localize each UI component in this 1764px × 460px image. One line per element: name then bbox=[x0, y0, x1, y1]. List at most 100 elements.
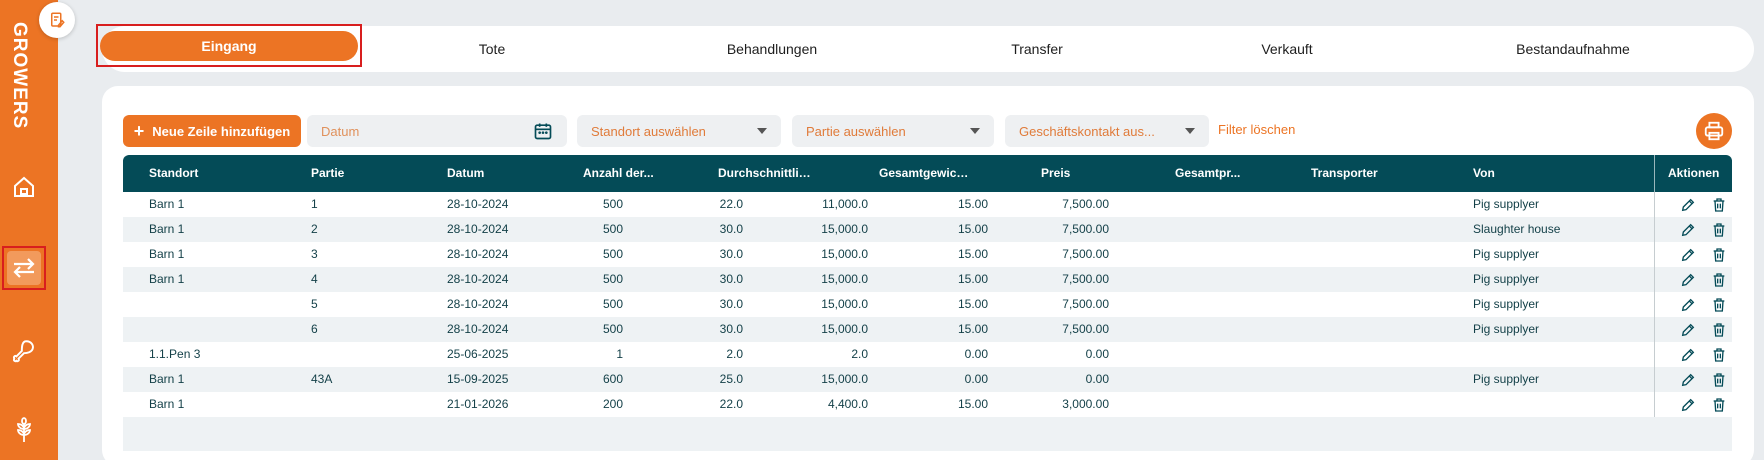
cell-standort bbox=[149, 292, 279, 317]
cell-anzahl: 200 bbox=[602, 397, 623, 411]
cell-von: Pig supplyer bbox=[1473, 197, 1540, 211]
trash-icon bbox=[1713, 198, 1725, 212]
tab-behandlungen[interactable]: Behandlungen bbox=[682, 26, 862, 72]
edit-row-button[interactable] bbox=[1679, 396, 1697, 414]
sidebar-item-transfer[interactable] bbox=[2, 246, 46, 290]
location-select[interactable]: Standort auswählen bbox=[577, 115, 781, 147]
delete-row-button[interactable] bbox=[1710, 396, 1728, 414]
clear-filter-link[interactable]: Filter löschen bbox=[1218, 122, 1295, 137]
cell-preis: 15.00 bbox=[957, 197, 988, 211]
tab-verkauft[interactable]: Verkauft bbox=[1212, 26, 1362, 72]
column-header-anzahl[interactable]: Anzahl der... bbox=[583, 155, 658, 192]
cell-preis: 0.00 bbox=[964, 347, 988, 361]
edit-row-button[interactable] bbox=[1679, 346, 1697, 364]
table-row[interactable]: 1.1.Pen 3 25-06-2025 1 2.0 2.0 0.00 0.00 bbox=[123, 342, 1732, 367]
sidebar-toggle-button[interactable] bbox=[39, 2, 75, 38]
batch-select[interactable]: Partie auswählen bbox=[792, 115, 994, 147]
table-row[interactable]: Barn 1 43A 15-09-2025 600 25.0 15,000.0 0.00 0.… bbox=[123, 367, 1732, 392]
cell-preis: 15.00 bbox=[957, 272, 988, 286]
table-row[interactable]: Barn 1 1 28-10-2024 500 22.0 11,000.0 15.00 7,5… bbox=[123, 192, 1732, 217]
table-row[interactable]: Barn 1 3 28-10-2024 500 30.0 15,000.0 15.00 7,5… bbox=[123, 242, 1732, 267]
delete-row-button[interactable] bbox=[1710, 196, 1728, 214]
cell-gesamtpreis: 7,500.00 bbox=[1062, 197, 1109, 211]
sidebar-item-feed[interactable] bbox=[7, 413, 41, 447]
trash-icon bbox=[1713, 398, 1725, 412]
cell-partie: 3 bbox=[311, 247, 318, 261]
cell-anzahl: 500 bbox=[602, 272, 623, 286]
cell-durchschnitt: 30.0 bbox=[719, 322, 743, 336]
table-row[interactable]: Barn 1 4 28-10-2024 500 30.0 15,000.0 15.00 7,5… bbox=[123, 267, 1732, 292]
edit-row-button[interactable] bbox=[1679, 371, 1697, 389]
delete-row-button[interactable] bbox=[1710, 321, 1728, 339]
pencil-icon bbox=[1681, 198, 1695, 212]
cell-partie bbox=[311, 392, 411, 417]
column-divider bbox=[1654, 242, 1655, 267]
column-header-standort[interactable]: Standort bbox=[149, 155, 279, 192]
table-row[interactable]: 5 28-10-2024 500 30.0 15,000.0 15.00 7,500.00 P… bbox=[123, 292, 1732, 317]
cell-gesamtpreis: 0.00 bbox=[1085, 372, 1109, 386]
cell-gesamtpreis: 3,000.00 bbox=[1062, 397, 1109, 411]
column-header-gesamtgewicht[interactable]: Gesamtgewicht... bbox=[879, 155, 974, 192]
edit-row-button[interactable] bbox=[1679, 321, 1697, 339]
cell-gesamtgewicht: 11,000.0 bbox=[822, 197, 868, 211]
column-header-von[interactable]: Von bbox=[1473, 155, 1573, 192]
cell-anzahl: 500 bbox=[602, 322, 623, 336]
print-button[interactable] bbox=[1696, 113, 1732, 149]
column-header-transporter[interactable]: Transporter bbox=[1311, 155, 1411, 192]
date-placeholder: Datum bbox=[321, 123, 360, 139]
column-header-partie[interactable]: Partie bbox=[311, 155, 411, 192]
date-input[interactable]: Datum bbox=[307, 115, 567, 147]
cell-preis: 15.00 bbox=[957, 247, 988, 261]
delete-row-button[interactable] bbox=[1710, 246, 1728, 264]
table-row[interactable]: Barn 1 21-01-2026 200 22.0 4,400.0 15.00 3,000… bbox=[123, 392, 1732, 417]
delete-row-button[interactable] bbox=[1710, 371, 1728, 389]
tab-eingang[interactable]: Eingang bbox=[96, 24, 362, 67]
edit-row-button[interactable] bbox=[1679, 221, 1697, 239]
column-header-gesamtpreis[interactable]: Gesamtpr... bbox=[1175, 155, 1245, 192]
cell-anzahl: 1 bbox=[616, 347, 623, 361]
column-divider bbox=[1654, 317, 1655, 342]
cell-partie: 43A bbox=[311, 372, 333, 386]
tab-transfer[interactable]: Transfer bbox=[962, 26, 1112, 72]
chevron-down-icon bbox=[757, 128, 767, 134]
cell-standort: Barn 1 bbox=[149, 372, 185, 386]
cell-gesamtpreis: 7,500.00 bbox=[1062, 222, 1109, 236]
cell-von: Pig supplyer bbox=[1473, 272, 1540, 286]
delete-row-button[interactable] bbox=[1710, 221, 1728, 239]
cell-durchschnitt: 30.0 bbox=[719, 222, 743, 236]
column-header-preis[interactable]: Preis bbox=[1041, 155, 1101, 192]
location-placeholder: Standort auswählen bbox=[591, 123, 706, 139]
contact-select[interactable]: Geschäftskontakt aus... bbox=[1005, 115, 1209, 147]
sidebar-item-slaughter[interactable] bbox=[7, 334, 41, 368]
pencil-icon bbox=[1681, 348, 1695, 362]
column-header-datum[interactable]: Datum bbox=[447, 155, 547, 192]
edit-row-button[interactable] bbox=[1679, 196, 1697, 214]
cell-partie: 2 bbox=[311, 222, 318, 236]
main-panel: + Neue Zeile hinzufügen Datum Standort a… bbox=[102, 86, 1754, 460]
data-table: Standort Partie Datum Anzahl der... Durc… bbox=[123, 155, 1732, 455]
cell-von bbox=[1473, 392, 1633, 417]
sidebar-item-home[interactable] bbox=[7, 170, 41, 204]
add-row-button[interactable]: + Neue Zeile hinzufügen bbox=[123, 115, 301, 147]
tab-label: Behandlungen bbox=[726, 41, 818, 57]
cell-gesamtpreis: 0.00 bbox=[1085, 347, 1109, 361]
table-row[interactable]: Barn 1 2 28-10-2024 500 30.0 15,000.0 15.00 7,5… bbox=[123, 217, 1732, 242]
trash-icon bbox=[1713, 348, 1725, 362]
delete-row-button[interactable] bbox=[1710, 271, 1728, 289]
cell-standort: Barn 1 bbox=[149, 397, 185, 411]
cell-gesamtgewicht: 15,000.0 bbox=[821, 247, 868, 261]
tab-bestandaufnahme[interactable]: Bestandaufnahme bbox=[1468, 26, 1678, 72]
table-row[interactable]: 6 28-10-2024 500 30.0 15,000.0 15.00 7,500.00 P… bbox=[123, 317, 1732, 342]
add-row-label: Neue Zeile hinzufügen bbox=[152, 123, 291, 139]
delete-row-button[interactable] bbox=[1710, 346, 1728, 364]
cell-durchschnitt: 22.0 bbox=[719, 397, 743, 411]
cell-transporter bbox=[1311, 317, 1431, 342]
edit-row-button[interactable] bbox=[1679, 246, 1697, 264]
edit-row-button[interactable] bbox=[1679, 296, 1697, 314]
column-header-durchschnitt[interactable]: Durchschnittlic... bbox=[718, 155, 813, 192]
cell-von: Pig supplyer bbox=[1473, 297, 1540, 311]
delete-row-button[interactable] bbox=[1710, 296, 1728, 314]
tab-tote[interactable]: Tote bbox=[422, 26, 562, 72]
calendar-icon[interactable] bbox=[533, 121, 553, 141]
edit-row-button[interactable] bbox=[1679, 271, 1697, 289]
